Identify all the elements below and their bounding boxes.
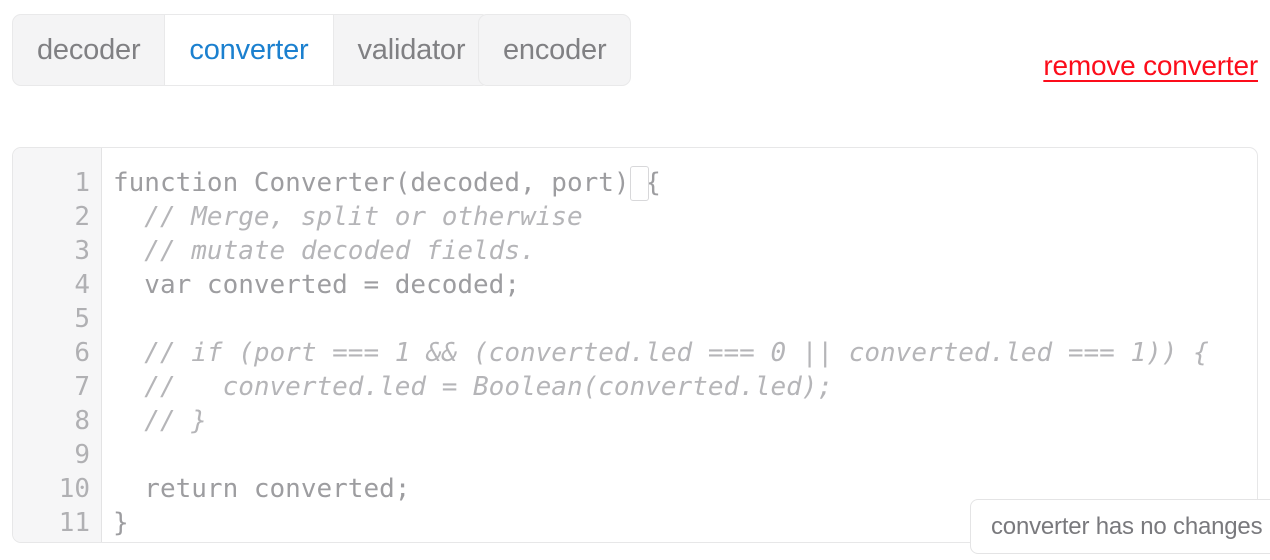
line-number: 2 — [74, 202, 90, 232]
code-line[interactable]: // if (port === 1 && (converted.led === … — [113, 336, 1257, 370]
code-line[interactable] — [113, 438, 1257, 472]
line-number: 4 — [74, 270, 90, 300]
code-line[interactable] — [113, 302, 1257, 336]
tab-validator[interactable]: validator — [334, 15, 490, 85]
code-line[interactable]: // Merge, split or otherwise — [113, 200, 1257, 234]
status-tooltip: converter has no changes — [970, 499, 1270, 554]
tab-encoder[interactable]: encoder — [478, 14, 632, 86]
line-number: 5 — [74, 304, 90, 334]
remove-converter-link[interactable]: remove converter — [1043, 50, 1258, 82]
editor-toolbar: decoder converter validator encoder remo… — [0, 0, 1270, 110]
line-number-gutter: 1 2 3 4 5 6 7 8 9 10 11 — [13, 148, 102, 542]
code-line[interactable]: function Converter(decoded, port) { — [113, 166, 1257, 200]
tab-decoder[interactable]: decoder — [13, 15, 166, 85]
line-number: 10 — [58, 474, 90, 504]
line-number: 9 — [74, 440, 90, 470]
code-area[interactable]: function Converter(decoded, port) { // M… — [102, 148, 1257, 542]
code-editor[interactable]: 1 2 3 4 5 6 7 8 9 10 11 function Convert… — [12, 147, 1258, 543]
line-number: 11 — [58, 508, 90, 538]
script-tab-group: decoder converter validator — [12, 14, 491, 86]
code-line[interactable]: // mutate decoded fields. — [113, 234, 1257, 268]
line-number: 1 — [74, 168, 90, 198]
line-number: 8 — [74, 406, 90, 436]
line-number: 7 — [74, 372, 90, 402]
line-number: 6 — [74, 338, 90, 368]
code-line[interactable]: // } — [113, 404, 1257, 438]
code-line[interactable]: var converted = decoded; — [113, 268, 1257, 302]
status-tooltip-label: converter has no changes — [991, 512, 1263, 540]
line-number: 3 — [74, 236, 90, 266]
tab-converter[interactable]: converter — [165, 15, 334, 85]
code-line[interactable]: // converted.led = Boolean(converted.led… — [113, 370, 1257, 404]
